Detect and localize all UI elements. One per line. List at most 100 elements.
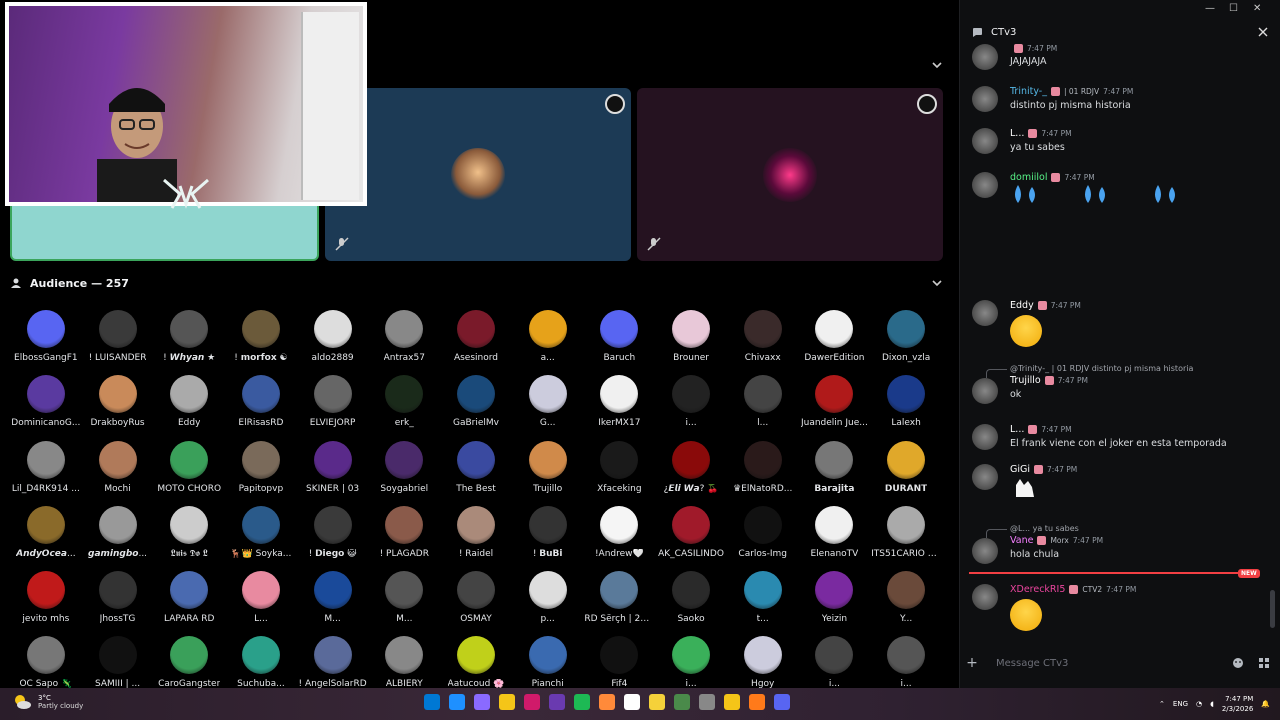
audience-member[interactable]: SAMIII | ... [82,636,154,688]
audience-member[interactable]: jevito mhs [10,571,82,636]
audience-member[interactable]: Antrax57 [368,310,440,375]
audience-member[interactable]: 𝗗𝗨𝗥𝗔𝗡𝗧 [870,440,942,506]
speaker-tile-3[interactable] [637,88,943,261]
audience-member[interactable]: !Andrew🤍 [584,505,656,571]
avatar[interactable] [972,300,998,326]
close-icon[interactable] [1258,27,1268,37]
audience-member[interactable]: ! Raidel [440,505,512,571]
avatar[interactable] [972,464,998,490]
username[interactable]: Trujillo [1010,375,1041,386]
chevron-down-icon[interactable] [930,58,944,72]
audience-member[interactable]: Hgoy [727,636,799,688]
audience-member[interactable]: Soygabriel [368,440,440,506]
taskbar-app-icon[interactable] [524,694,540,710]
audience-member[interactable]: Xfaceking [584,440,656,506]
audience-member[interactable]: ! LUISANDER [82,310,154,375]
avatar[interactable] [972,86,998,112]
username[interactable]: L... [1010,128,1024,139]
username[interactable]: Eddy [1010,300,1034,311]
audience-member[interactable]: ♛ElNatoRD... [727,440,799,506]
reply-preview[interactable]: @Trinity-_ | 01 RDJV distinto pj misma h… [986,364,1266,378]
audience-member[interactable]: Saoko [655,571,727,636]
chat-message[interactable]: L... 7:47 PM El frank viene con el joker e… [970,424,1266,450]
audience-member[interactable]: ElRisasRD [225,375,297,440]
audience-member[interactable]: Papitopvp [225,440,297,506]
audience-member[interactable]: GaBrielMv [440,375,512,440]
audience-member[interactable]: 🦌👑 Soyka... [225,505,297,571]
taskbar-app-icon[interactable] [724,694,740,710]
audience-member[interactable]: ! 𝗕𝘂𝗕𝗶 [512,505,584,571]
audience-member[interactable]: ALBIERY [368,636,440,688]
chat-message[interactable]: L... 7:47 PM ya tu sabes [970,128,1266,154]
taskbar-app-icon[interactable] [599,694,615,710]
chat-message[interactable]: 7:47 PM JAJAJAJA [970,44,1266,70]
apps-icon[interactable] [1258,657,1270,669]
audience-member[interactable]: l... [727,375,799,440]
username[interactable]: Vane [1010,535,1033,546]
audience-member[interactable]: ITS51CARIO O... [870,505,942,571]
audience-member[interactable]: 𝕷𝖚𝖎𝖘 𝕯𝖔 𝕷 [153,505,225,571]
taskbar-app-icon[interactable] [449,694,465,710]
maximize-icon[interactable]: ☐ [1229,3,1238,14]
audience-member[interactable]: p... [512,571,584,636]
audience-member[interactable]: t... [727,571,799,636]
audience-member[interactable]: JhossTG [82,571,154,636]
taskbar-app-icon[interactable] [674,694,690,710]
audience-member[interactable]: Juandelin Jue... [799,375,871,440]
chat-message[interactable]: domiilol 7:47 PM [970,172,1266,211]
chat-scrollbar[interactable] [1270,590,1275,628]
taskbar-app-icon[interactable] [574,694,590,710]
audience-member[interactable]: RD Šërçh | 20 ... [584,571,656,636]
audience-member[interactable]: Baruch [584,310,656,375]
audience-member[interactable]: 𝗕𝗮𝗿𝗮𝗷𝗶𝘁𝗮 [799,440,871,506]
chat-message[interactable]: @Trinity-_ | 01 RDJV distinto pj misma h… [970,364,1266,404]
audience-member[interactable]: ! 𝗗𝗶𝗲𝗴𝗼 😺 [297,505,369,571]
audience-member[interactable]: AK_CASILINDO [655,505,727,571]
audience-member[interactable]: L... [225,571,297,636]
username[interactable]: L... [1010,424,1024,435]
audience-header[interactable]: Audience — 257 [10,274,944,292]
audience-member[interactable]: OSMAY [440,571,512,636]
audience-member[interactable]: Eddy [153,375,225,440]
audience-member[interactable]: M... [368,571,440,636]
avatar[interactable] [972,538,998,564]
volume-icon[interactable]: ◖ [1210,700,1214,708]
audience-member[interactable]: Fif4 [584,636,656,688]
audience-member[interactable]: M... [297,571,369,636]
audience-member[interactable]: Yeizin [799,571,871,636]
audience-member[interactable]: ! 𝗺𝗼𝗿𝗳𝗼𝘅 ☯ [225,310,297,375]
chat-message[interactable]: GiGi 7:47 PM [970,464,1266,503]
username[interactable]: XDereckRI5 [1010,584,1065,595]
speaker-tile-2[interactable] [325,88,631,261]
message-input[interactable]: Message CTv3 [996,658,1232,669]
audience-member[interactable]: Trujillo [512,440,584,506]
audience-member[interactable]: Asesinord [440,310,512,375]
audience-member[interactable]: aldo2889 [297,310,369,375]
audience-member[interactable]: IkerMX17 [584,375,656,440]
emoji-icon[interactable] [1232,657,1244,669]
taskbar-app-icon[interactable] [649,694,665,710]
audience-member[interactable]: DominicanoG... [10,375,82,440]
avatar[interactable] [972,44,998,70]
audience-member[interactable]: DawerEdition [799,310,871,375]
audience-member[interactable]: i... [870,636,942,688]
audience-member[interactable]: G... [512,375,584,440]
weather-widget[interactable]: 3°C Partly cloudy [12,692,83,712]
username[interactable]: domiilol [1010,172,1047,183]
audience-member[interactable]: MOTO CHORO [153,440,225,506]
avatar[interactable] [972,128,998,154]
audience-member[interactable]: a... [512,310,584,375]
chat-message[interactable]: XDereckRI5 CTV2 7:47 PM [970,584,1266,631]
audience-member[interactable]: LAPARA RD [153,571,225,636]
taskbar-app-icon[interactable] [749,694,765,710]
audience-member[interactable]: Brouner [655,310,727,375]
username[interactable]: GiGi [1010,464,1030,475]
avatar[interactable] [972,584,998,610]
reply-preview[interactable]: @L... ya tu sabes [986,524,1266,538]
audience-member[interactable]: i... [655,636,727,688]
audience-member[interactable]: 𝘼𝙣𝙙𝙮𝙊𝙘𝙚𝙖... [10,505,82,571]
avatar[interactable] [972,424,998,450]
audience-member[interactable]: Lalexh [870,375,942,440]
add-attachment-button[interactable]: + [962,655,982,671]
notification-icon[interactable]: 🔔 [1261,700,1270,708]
